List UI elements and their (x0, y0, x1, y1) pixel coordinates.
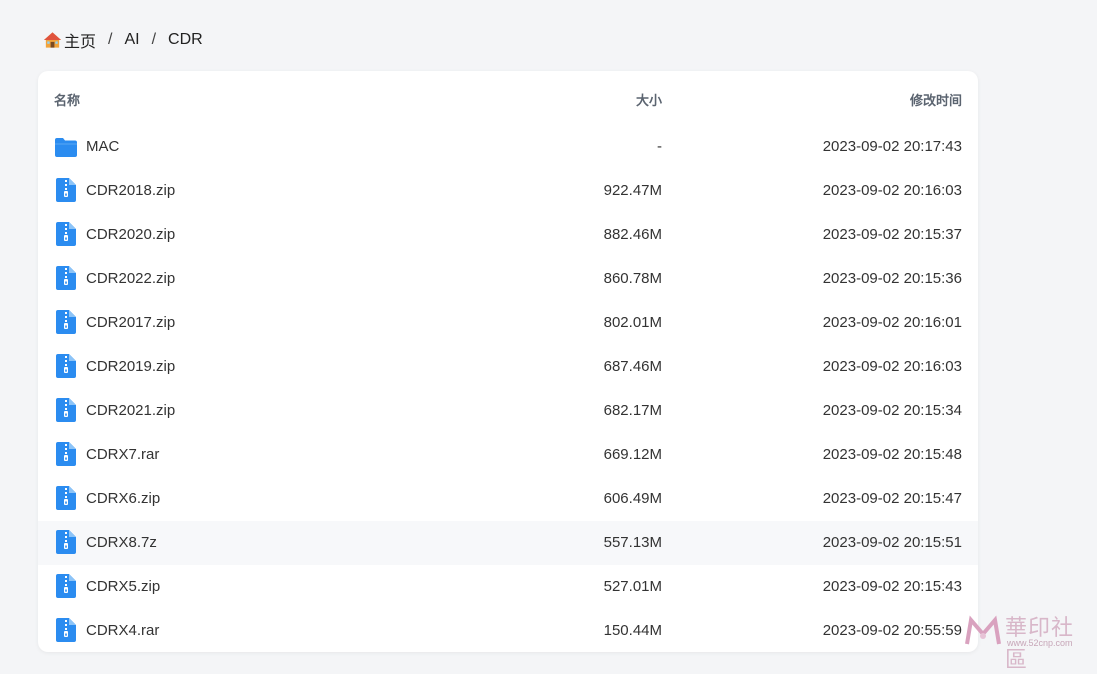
file-modified-time: 2023-09-02 20:16:03 (823, 358, 962, 375)
file-size: 802.01M (604, 314, 662, 331)
breadcrumb-home-label: 主页 (64, 28, 96, 52)
zip-file-icon (56, 442, 80, 468)
file-modified-time: 2023-09-02 20:55:59 (823, 622, 962, 639)
file-row[interactable]: CDRX4.rar 150.44M 2023-09-02 20:55:59 (38, 609, 978, 652)
zip-file-icon (56, 266, 80, 292)
breadcrumb: 主页 / AI / CDR (43, 28, 203, 52)
file-size: 557.13M (604, 534, 662, 551)
zip-file-icon (56, 574, 80, 600)
file-size: 860.78M (604, 270, 662, 287)
file-name[interactable]: CDRX5.zip (86, 578, 160, 595)
zip-file-icon (56, 222, 80, 248)
file-size: 669.12M (604, 446, 662, 463)
file-name[interactable]: CDR2021.zip (86, 402, 175, 419)
file-name[interactable]: CDR2022.zip (86, 270, 175, 287)
file-row[interactable]: MAC - 2023-09-02 20:17:43 (38, 125, 978, 169)
file-size: 682.17M (604, 402, 662, 419)
file-modified-time: 2023-09-02 20:15:43 (823, 578, 962, 595)
breadcrumb-separator: / (108, 31, 112, 49)
file-list-header: 名称 大小 修改时间 (38, 71, 978, 125)
file-row[interactable]: CDRX8.7z 557.13M 2023-09-02 20:15:51 (38, 521, 978, 565)
file-row[interactable]: CDR2022.zip 860.78M 2023-09-02 20:15:36 (38, 257, 978, 301)
column-header-size[interactable]: 大小 (636, 90, 662, 109)
zip-file-icon (56, 398, 80, 424)
watermark: 華印社區 www.52cnp.com (963, 610, 1093, 652)
file-modified-time: 2023-09-02 20:15:47 (823, 490, 962, 507)
zip-file-icon (56, 354, 80, 380)
file-name[interactable]: CDRX4.rar (86, 622, 159, 639)
file-name[interactable]: CDR2017.zip (86, 314, 175, 331)
file-size: 922.47M (604, 182, 662, 199)
file-name[interactable]: CDRX7.rar (86, 446, 159, 463)
zip-file-icon (56, 178, 80, 204)
column-header-name[interactable]: 名称 (54, 90, 80, 109)
file-size: 150.44M (604, 622, 662, 639)
breadcrumb-home[interactable]: 主页 (43, 28, 96, 52)
file-row[interactable]: CDR2020.zip 882.46M 2023-09-02 20:15:37 (38, 213, 978, 257)
file-name[interactable]: CDRX8.7z (86, 534, 157, 551)
zip-file-icon (56, 486, 80, 512)
file-row[interactable]: CDR2018.zip 922.47M 2023-09-02 20:16:03 (38, 169, 978, 213)
file-row[interactable]: CDRX7.rar 669.12M 2023-09-02 20:15:48 (38, 433, 978, 477)
file-modified-time: 2023-09-02 20:16:01 (823, 314, 962, 331)
file-modified-time: 2023-09-02 20:15:36 (823, 270, 962, 287)
zip-file-icon (56, 310, 80, 336)
file-size: 687.46M (604, 358, 662, 375)
file-size: 527.01M (604, 578, 662, 595)
file-size: - (657, 138, 662, 155)
home-icon (43, 31, 62, 49)
file-modified-time: 2023-09-02 20:15:34 (823, 402, 962, 419)
file-row[interactable]: CDR2021.zip 682.17M 2023-09-02 20:15:34 (38, 389, 978, 433)
breadcrumb-item-ai[interactable]: AI (124, 31, 139, 49)
file-name[interactable]: CDR2020.zip (86, 226, 175, 243)
file-row[interactable]: CDR2017.zip 802.01M 2023-09-02 20:16:01 (38, 301, 978, 345)
breadcrumb-item-cdr[interactable]: CDR (168, 31, 203, 49)
watermark-logo-icon (963, 614, 1003, 648)
zip-file-icon (56, 530, 80, 556)
file-size: 606.49M (604, 490, 662, 507)
file-list-card: 名称 大小 修改时间 MAC - 2023-09-02 20:17:43 CDR201… (38, 71, 978, 652)
file-modified-time: 2023-09-02 20:15:51 (823, 534, 962, 551)
file-size: 882.46M (604, 226, 662, 243)
breadcrumb-separator: / (152, 31, 156, 49)
file-modified-time: 2023-09-02 20:15:48 (823, 446, 962, 463)
file-modified-time: 2023-09-02 20:17:43 (823, 138, 962, 155)
file-row[interactable]: CDRX6.zip 606.49M 2023-09-02 20:15:47 (38, 477, 978, 521)
file-name[interactable]: CDR2019.zip (86, 358, 175, 375)
column-header-time[interactable]: 修改时间 (910, 90, 962, 109)
file-name[interactable]: CDRX6.zip (86, 490, 160, 507)
file-modified-time: 2023-09-02 20:15:37 (823, 226, 962, 243)
file-modified-time: 2023-09-02 20:16:03 (823, 182, 962, 199)
watermark-url: www.52cnp.com (1007, 638, 1073, 648)
file-name[interactable]: MAC (86, 138, 119, 155)
file-row[interactable]: CDR2019.zip 687.46M 2023-09-02 20:16:03 (38, 345, 978, 389)
file-name[interactable]: CDR2018.zip (86, 182, 175, 199)
file-row[interactable]: CDRX5.zip 527.01M 2023-09-02 20:15:43 (38, 565, 978, 609)
folder-icon (54, 136, 78, 162)
zip-file-icon (56, 618, 80, 644)
